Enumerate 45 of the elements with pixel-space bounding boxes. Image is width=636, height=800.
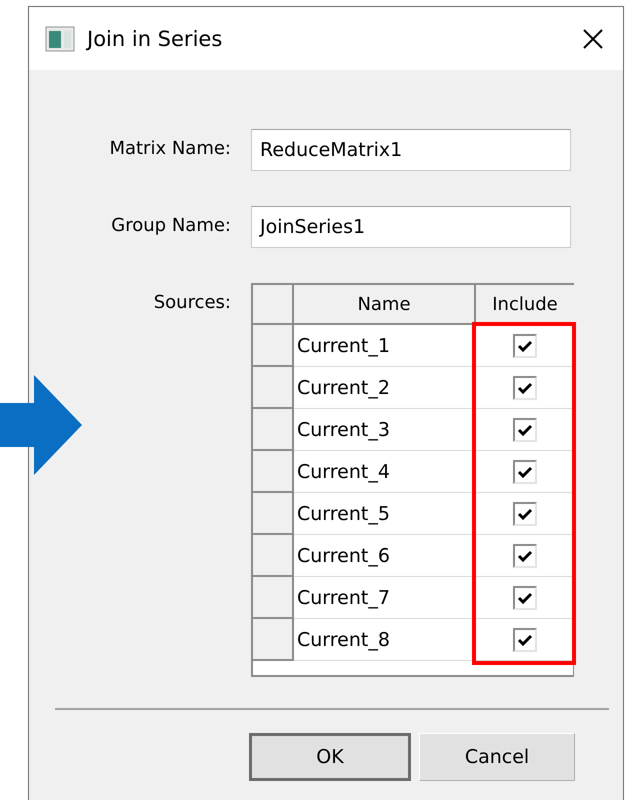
column-header[interactable]: Name <box>294 285 476 325</box>
field-label: Group Name: <box>110 214 232 236</box>
check-icon <box>517 506 533 520</box>
row-header[interactable] <box>253 367 294 409</box>
check-icon <box>517 464 533 478</box>
row-header[interactable] <box>253 535 294 577</box>
check-icon <box>517 590 533 604</box>
row-header[interactable] <box>253 409 294 451</box>
table-cell: Current_5 <box>294 493 476 535</box>
sources-label: Sources: <box>152 291 232 313</box>
arrow-icon <box>0 375 82 475</box>
table-cell: Current_8 <box>294 619 476 661</box>
check-icon <box>517 380 533 394</box>
column-header[interactable]: Include <box>476 285 574 325</box>
table-cell: Current_7 <box>294 577 476 619</box>
table-cell: Current_2 <box>294 367 476 409</box>
row-header[interactable] <box>253 493 294 535</box>
include-checkbox[interactable] <box>513 418 537 442</box>
check-icon <box>517 338 533 352</box>
input-field[interactable]: JoinSeries1 <box>251 206 571 248</box>
include-checkbox[interactable] <box>513 544 537 568</box>
row-header[interactable] <box>253 451 294 493</box>
check-icon <box>517 548 533 562</box>
cancel-button[interactable]: Cancel <box>419 733 575 781</box>
close-icon <box>582 28 604 50</box>
check-icon <box>517 422 533 436</box>
ok-button[interactable]: OK <box>249 733 411 781</box>
table-cell: Current_1 <box>294 325 476 367</box>
include-checkbox[interactable] <box>513 334 537 358</box>
include-checkbox[interactable] <box>513 376 537 400</box>
field-label: Matrix Name: <box>108 137 232 159</box>
table-cell: Current_6 <box>294 535 476 577</box>
row-header[interactable] <box>253 619 294 661</box>
include-checkbox[interactable] <box>513 628 537 652</box>
table-cell: Current_4 <box>294 451 476 493</box>
table-cell: Current_3 <box>294 409 476 451</box>
include-checkbox[interactable] <box>513 460 537 484</box>
input-field[interactable]: ReduceMatrix1 <box>251 129 571 171</box>
app-icon <box>45 26 75 52</box>
row-header[interactable] <box>253 577 294 619</box>
include-checkbox[interactable] <box>513 586 537 610</box>
include-checkbox[interactable] <box>513 502 537 526</box>
check-icon <box>517 632 533 646</box>
window-title: Join in Series <box>87 26 224 50</box>
row-header[interactable] <box>253 325 294 367</box>
